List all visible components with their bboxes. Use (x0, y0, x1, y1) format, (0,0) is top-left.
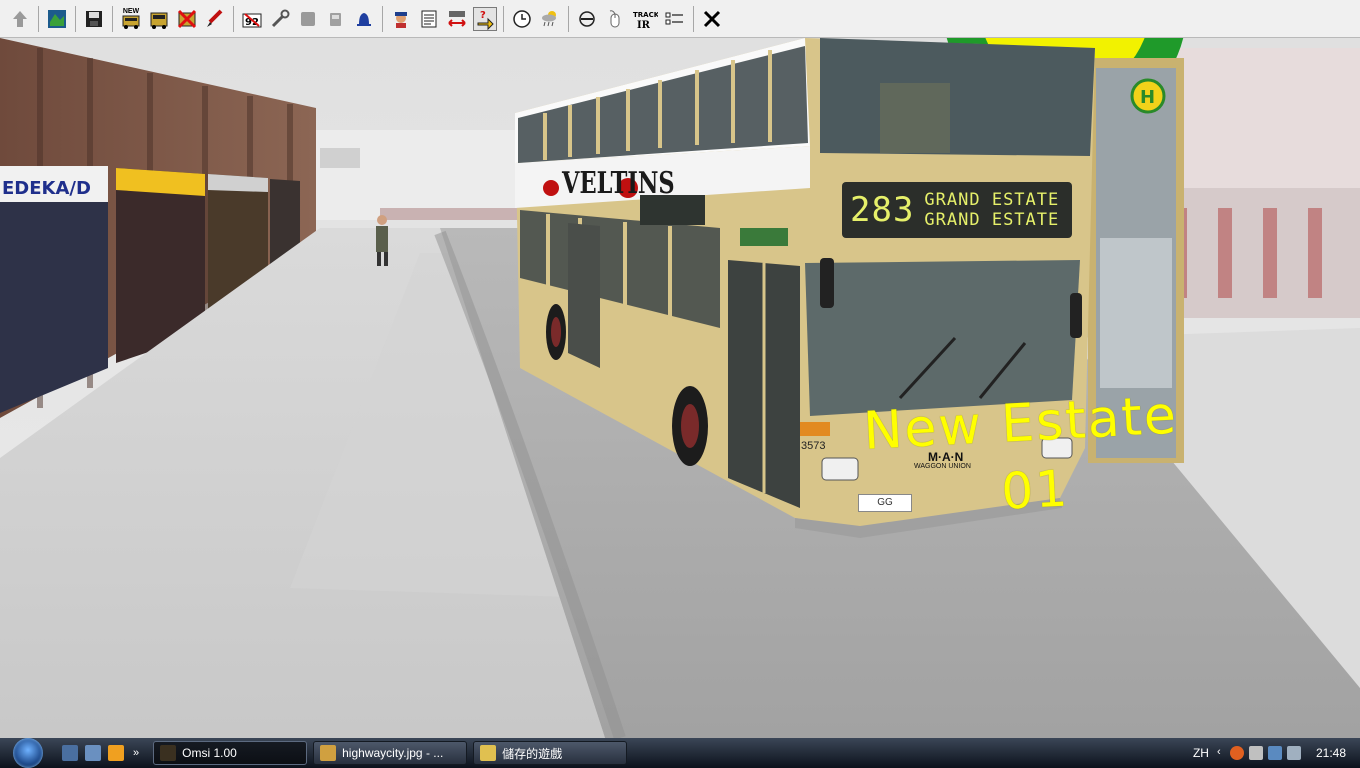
svg-text:IR: IR (637, 20, 651, 30)
license-plate: GG (858, 494, 912, 512)
toolbar-separator (568, 5, 569, 32)
chevron-left-icon[interactable]: ‹ (1217, 746, 1225, 760)
media-player-icon[interactable] (108, 745, 124, 761)
pencil-icon[interactable] (203, 7, 227, 31)
start-button[interactable] (8, 738, 48, 768)
fuel-icon[interactable] (324, 7, 348, 31)
svg-text:EDEKA/D: EDEKA/D (2, 178, 91, 199)
quick-launch: » (62, 745, 139, 761)
toolbar-separator (38, 5, 39, 32)
volume-icon[interactable] (1286, 746, 1301, 760)
windows-logo-icon (13, 738, 43, 768)
antivirus-icon[interactable] (1229, 746, 1244, 760)
toolbar-separator (112, 5, 113, 32)
task-omsi[interactable]: Omsi 1.00 (153, 741, 308, 765)
destination-line-2: GRAND ESTATE (924, 210, 1060, 230)
grey-block-icon[interactable] (296, 7, 320, 31)
ignition-icon[interactable]: 92 (240, 7, 264, 31)
clock-icon[interactable] (510, 7, 534, 31)
weather-icon[interactable] (538, 7, 562, 31)
mouse-icon[interactable] (603, 7, 627, 31)
map-icon[interactable] (45, 7, 69, 31)
task-label: highwaycity.jpg - ... (342, 746, 444, 760)
manufacturer-subtext: WAGGON UNION (914, 463, 971, 470)
new-bus-icon[interactable]: NEW (119, 7, 143, 31)
help-arrow-icon[interactable]: ? (473, 6, 497, 31)
compass-icon[interactable] (575, 7, 599, 31)
stop-number-overlay: 01 (1000, 459, 1071, 521)
delete-bus-icon[interactable] (175, 7, 199, 31)
omsi-app-icon (160, 745, 177, 761)
toolbar-separator (233, 5, 234, 32)
destination-display: 283 GRAND ESTATE GRAND ESTATE (842, 182, 1072, 238)
folder-icon (480, 745, 497, 761)
toolbar-separator (382, 5, 383, 32)
switch-windows-icon[interactable] (85, 745, 101, 761)
options-icon[interactable] (663, 7, 687, 31)
system-tray: ZH ‹ 21:48 (1193, 738, 1360, 768)
simulation-viewport[interactable]: EDEKA/D H VELTINS 283 GRAND ESTATE GRAND… (0, 38, 1360, 738)
svg-text:TRACK: TRACK (633, 11, 658, 19)
svg-text:92: 92 (245, 17, 259, 28)
save-icon[interactable] (82, 7, 106, 31)
task-label: 儲存的遊戲 (502, 746, 563, 761)
toolbar-separator (75, 5, 76, 32)
task-label: Omsi 1.00 (182, 746, 237, 760)
paint-brush-icon (320, 745, 337, 761)
route-number: 283 (850, 190, 915, 230)
swap-arrows-icon[interactable] (445, 7, 469, 31)
toolbar: NEW 92 ? TRACK IR (0, 0, 1360, 38)
tray-app-icon[interactable] (1248, 746, 1263, 760)
new-bus-label: NEW (122, 7, 140, 15)
toolbar-separator (693, 5, 694, 32)
svg-text:?: ? (480, 10, 486, 21)
clock[interactable]: 21:48 (1316, 746, 1346, 760)
task-image-viewer[interactable]: highwaycity.jpg - ... (313, 741, 468, 765)
show-desktop-icon[interactable] (62, 745, 78, 761)
destination-line-1: GRAND ESTATE (924, 190, 1060, 210)
destination-lines: GRAND ESTATE GRAND ESTATE (924, 190, 1059, 230)
driver-icon[interactable] (389, 7, 413, 31)
network-icon[interactable] (1267, 746, 1282, 760)
timetable-icon[interactable] (417, 7, 441, 31)
fleet-number: 3573 (801, 440, 826, 452)
trackir-icon[interactable]: TRACK IR (631, 7, 659, 31)
bus-advertisement-text: VELTINS (562, 166, 675, 201)
bell-icon[interactable] (352, 7, 376, 31)
language-indicator[interactable]: ZH (1193, 746, 1209, 760)
toolbar-separator (503, 5, 504, 32)
quick-launch-more-icon[interactable]: » (133, 747, 139, 759)
up-arrow-icon[interactable] (8, 7, 32, 31)
windows-taskbar: » Omsi 1.00 highwaycity.jpg - ... 儲存的遊戲 … (0, 738, 1360, 768)
close-icon[interactable] (700, 7, 724, 31)
wrench-icon[interactable] (268, 7, 292, 31)
task-saved-games-folder[interactable]: 儲存的遊戲 (473, 741, 628, 765)
bus-icon[interactable] (147, 7, 171, 31)
svg-text:H: H (1140, 87, 1155, 108)
